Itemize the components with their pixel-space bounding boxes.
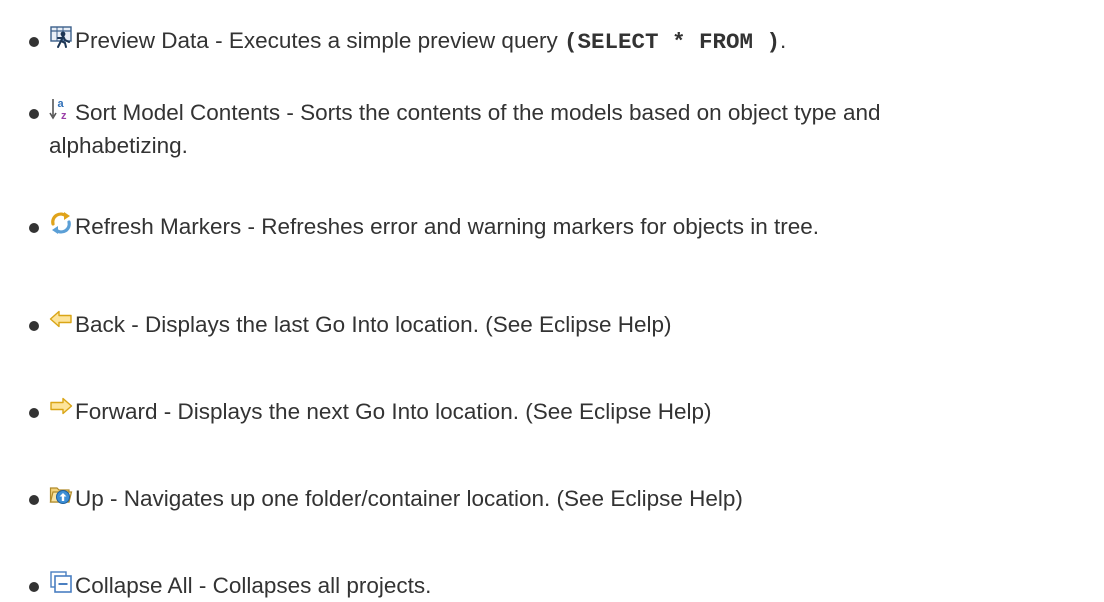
bullet <box>29 109 39 119</box>
svg-text:z: z <box>61 110 67 121</box>
item-separator: - <box>208 28 229 53</box>
item-description: Displays the next Go Into location. (See… <box>177 399 712 424</box>
item-name: Forward <box>75 399 158 424</box>
item-separator: - <box>280 100 301 125</box>
item-description: Navigates up one folder/container locati… <box>123 486 743 511</box>
item-separator: - <box>103 486 124 511</box>
refresh-markers-icon <box>49 211 73 235</box>
up-folder-icon <box>49 483 73 507</box>
bullet <box>29 223 39 233</box>
bullet <box>29 495 39 505</box>
item-description-line-2: alphabetizing. <box>49 133 188 158</box>
collapse-all-icon <box>49 570 73 594</box>
item-name: Refresh Markers <box>75 214 242 239</box>
item-suffix: . <box>780 28 787 53</box>
item-name: Back <box>75 312 126 337</box>
bullet <box>29 582 39 592</box>
item-description-line-1: Sorts the contents of the models based o… <box>300 100 881 125</box>
bullet <box>29 408 39 418</box>
sort-az-icon: a z <box>49 97 73 121</box>
item-description: Refreshes error and warning markers for … <box>261 214 820 239</box>
item-name: Sort Model Contents <box>75 100 281 125</box>
bullet <box>29 37 39 47</box>
item-name: Up <box>75 486 104 511</box>
forward-arrow-icon <box>49 396 73 420</box>
back-arrow-icon <box>49 309 73 333</box>
svg-text:a: a <box>58 98 65 110</box>
toolbar-actions-list: Preview Data - Executes a simple preview… <box>0 0 1104 598</box>
item-separator: - <box>241 214 262 239</box>
preview-data-icon <box>49 25 73 49</box>
bullet <box>29 321 39 331</box>
sql-query-code: (SELECT * FROM ) <box>563 29 781 55</box>
item-description: Executes a simple preview query <box>228 28 564 53</box>
item-description: Displays the last Go Into location. (See… <box>145 312 672 337</box>
item-separator: - <box>125 312 146 337</box>
item-name: Preview Data <box>75 28 209 53</box>
item-separator: - <box>157 399 178 424</box>
